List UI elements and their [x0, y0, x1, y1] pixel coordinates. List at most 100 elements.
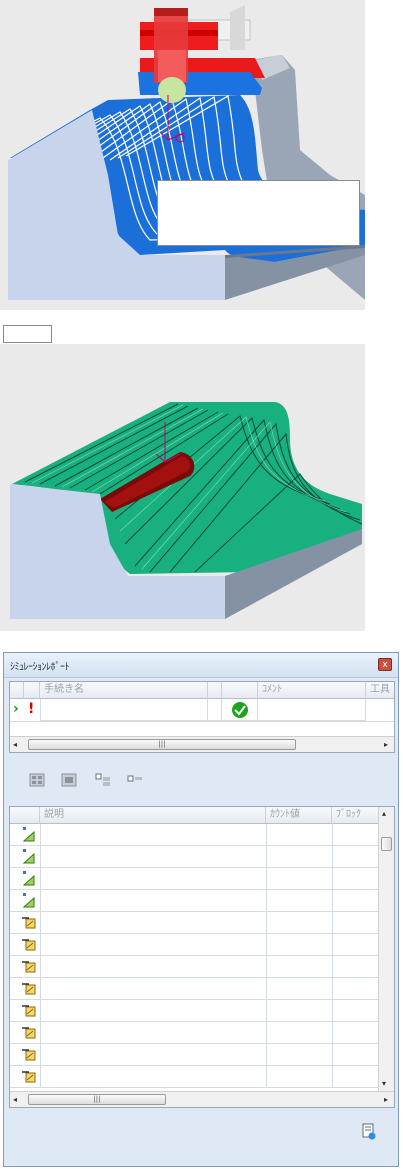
- procedure-name-cell[interactable]: [40, 699, 208, 721]
- table-row[interactable]: [10, 868, 380, 890]
- info-note-icon: [22, 849, 35, 864]
- dialog-titlebar[interactable]: ｼﾐｭﾚｰｼｮﾝﾚﾎﾟｰﾄ x: [4, 653, 398, 678]
- table-cell: [40, 824, 266, 846]
- column-header-comment[interactable]: ｺﾒﾝﾄ: [258, 682, 366, 699]
- table-cell: [40, 1066, 266, 1088]
- scroll-left-icon[interactable]: ◂: [13, 737, 17, 752]
- table-row[interactable]: [10, 912, 380, 934]
- scroll-thumb[interactable]: [381, 837, 392, 851]
- horizontal-scrollbar[interactable]: ◂ ||| ▸: [10, 736, 394, 752]
- scroll-thumb[interactable]: |||: [28, 1094, 166, 1105]
- part-render-green: [10, 402, 363, 619]
- expand-all-icon[interactable]: [29, 773, 45, 787]
- collapse-selected-icon[interactable]: [127, 773, 143, 787]
- column-header[interactable]: [208, 682, 222, 699]
- tool-warning-icon: [22, 939, 36, 951]
- info-note-icon: [22, 827, 35, 842]
- table-cell: [332, 1066, 380, 1088]
- table-cell: [266, 934, 332, 956]
- viewport-label-box: [3, 325, 52, 343]
- simulation-viewport-top[interactable]: [0, 0, 365, 310]
- table-cell: [332, 890, 380, 912]
- table-cell: [40, 1000, 266, 1022]
- error-icon: !: [28, 701, 35, 717]
- table-cell: [332, 978, 380, 1000]
- status-cell: [222, 699, 258, 721]
- scroll-down-icon[interactable]: ▾: [382, 1077, 386, 1091]
- horizontal-scrollbar[interactable]: ◂ ||| ▸: [10, 1091, 394, 1107]
- scroll-right-icon[interactable]: ▸: [384, 1092, 388, 1107]
- table-cell: [40, 846, 266, 868]
- table-row[interactable]: [10, 1066, 380, 1088]
- report-export-icon[interactable]: [361, 1123, 377, 1141]
- table-row[interactable]: [10, 846, 380, 868]
- comment-cell[interactable]: [258, 699, 366, 721]
- column-header-description[interactable]: 説明: [40, 807, 266, 824]
- column-header-count[interactable]: ｶｳﾝﾄ値: [266, 807, 332, 824]
- table-cell: [266, 1066, 332, 1088]
- column-header[interactable]: [10, 807, 40, 824]
- table-cell: [40, 1022, 266, 1044]
- table-cell: [40, 912, 266, 934]
- simulation-report-dialog: ｼﾐｭﾚｰｼｮﾝﾚﾎﾟｰﾄ x 手続き名 ｺﾒﾝﾄ 工具 › ! ◂ ||| ▸…: [3, 652, 399, 1167]
- column-header[interactable]: [24, 682, 40, 699]
- annotation-box: [157, 180, 360, 246]
- table-cell: [40, 978, 266, 1000]
- tool-warning-icon: [22, 983, 36, 995]
- vertical-scrollbar[interactable]: ▴ ▾: [378, 807, 394, 1091]
- tool-warning-icon: [22, 1027, 36, 1039]
- expand-arrow-icon[interactable]: ›: [13, 701, 19, 717]
- table-cell: [332, 1044, 380, 1066]
- table-row[interactable]: › !: [10, 699, 394, 722]
- table-cell: [332, 846, 380, 868]
- table-cell: [40, 890, 266, 912]
- table-cell: [266, 956, 332, 978]
- table-row[interactable]: [10, 1000, 380, 1022]
- column-header-procedure-name[interactable]: 手続き名: [40, 682, 208, 699]
- scroll-up-icon[interactable]: ▴: [382, 807, 386, 821]
- table-cell: [208, 699, 222, 721]
- table-cell: [40, 956, 266, 978]
- table-cell: [266, 1000, 332, 1022]
- expand-selected-icon[interactable]: [95, 773, 111, 787]
- table-cell: [332, 1000, 380, 1022]
- table-row[interactable]: [10, 934, 380, 956]
- table-row[interactable]: [10, 1022, 380, 1044]
- column-header[interactable]: [10, 682, 24, 699]
- table-cell: [40, 868, 266, 890]
- table-cell: [332, 868, 380, 890]
- message-rows: [10, 824, 380, 1092]
- tool-warning-icon: [22, 1049, 36, 1061]
- column-header-block[interactable]: ﾌﾞﾛｯｸ: [332, 807, 380, 824]
- scroll-right-icon[interactable]: ▸: [384, 737, 388, 752]
- info-note-icon: [22, 871, 35, 886]
- table-cell: [40, 1044, 266, 1066]
- scroll-thumb[interactable]: |||: [28, 739, 296, 750]
- table-cell: [266, 1022, 332, 1044]
- table-cell: [266, 890, 332, 912]
- table-cell: [40, 934, 266, 956]
- dialog-title: ｼﾐｭﾚｰｼｮﾝﾚﾎﾟｰﾄ: [10, 662, 70, 673]
- column-header[interactable]: [222, 682, 258, 699]
- table-row[interactable]: [10, 890, 380, 912]
- column-header-tool[interactable]: 工具: [366, 682, 394, 699]
- info-note-icon: [22, 893, 35, 908]
- table-cell: [332, 824, 380, 846]
- table-cell: [332, 912, 380, 934]
- collapse-all-icon[interactable]: [61, 773, 77, 787]
- table-cell: [266, 912, 332, 934]
- message-table: 説明 ｶｳﾝﾄ値 ﾌﾞﾛｯｸ ▴ ▾ ◂ ||| ▸: [9, 806, 395, 1108]
- check-ok-icon: [232, 702, 248, 718]
- simulation-viewport-bottom[interactable]: [0, 344, 365, 631]
- table-row[interactable]: [10, 824, 380, 846]
- table-row[interactable]: [10, 1044, 380, 1066]
- table-cell: [332, 934, 380, 956]
- table-row[interactable]: [10, 978, 380, 1000]
- table-row[interactable]: [10, 956, 380, 978]
- table-cell: [266, 978, 332, 1000]
- close-button[interactable]: x: [378, 658, 392, 671]
- table-cell: [332, 1022, 380, 1044]
- procedure-table: 手続き名 ｺﾒﾝﾄ 工具 › ! ◂ ||| ▸: [9, 681, 395, 753]
- scroll-left-icon[interactable]: ◂: [13, 1092, 17, 1107]
- report-toolbar: [9, 771, 395, 795]
